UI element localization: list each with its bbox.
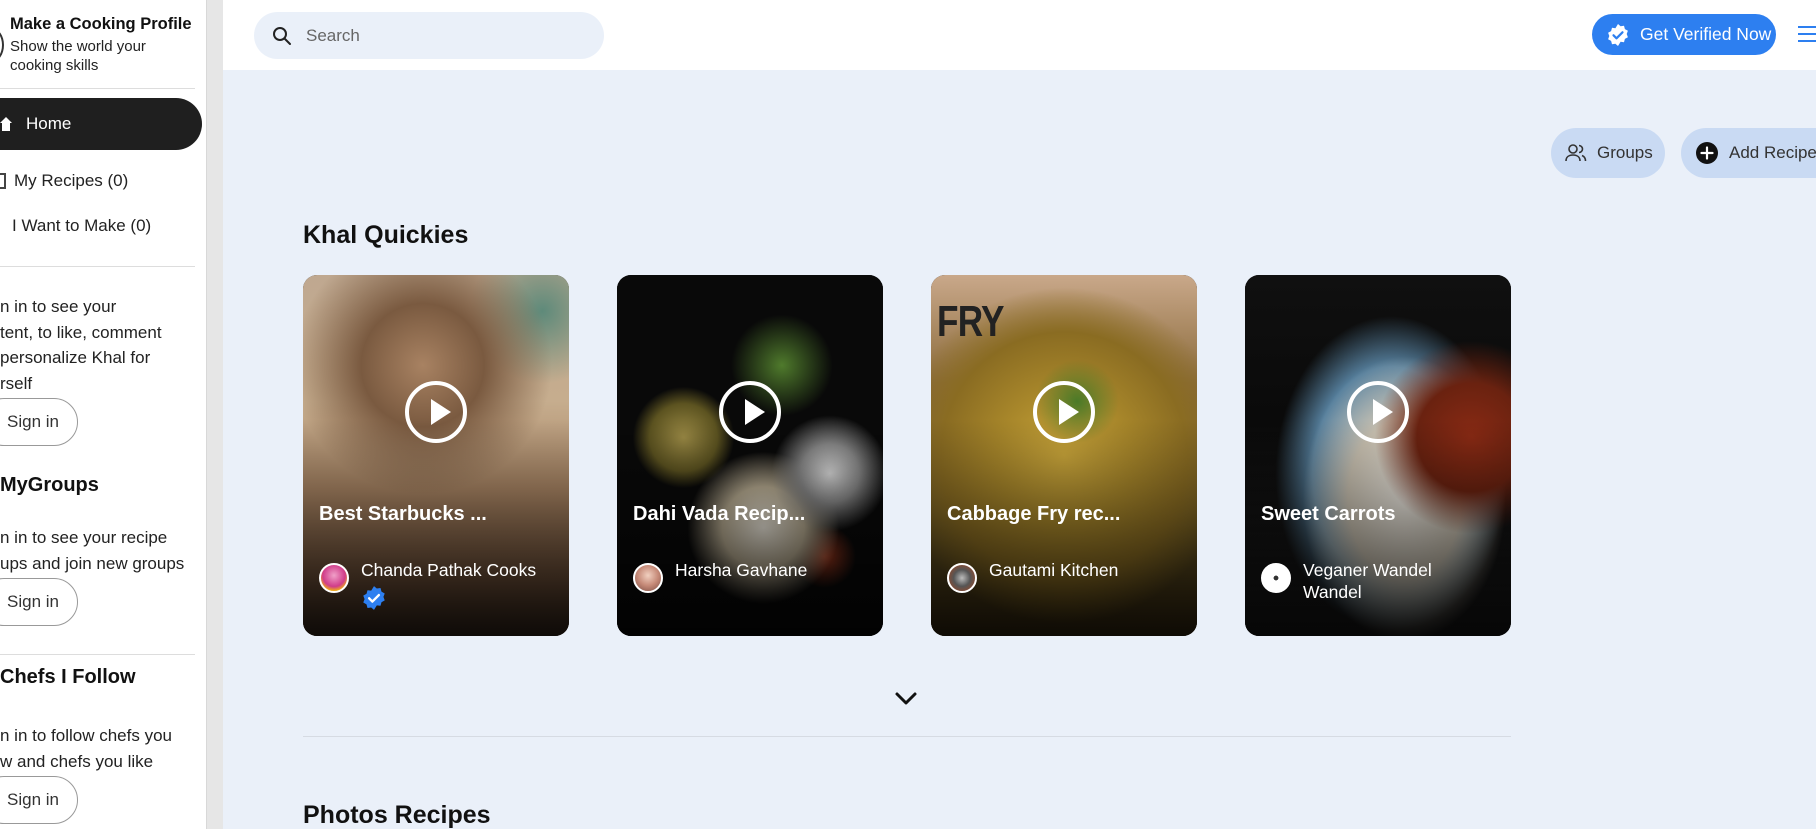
author-name: Gautami Kitchen [989,560,1119,580]
plus-circle-icon [1696,142,1718,164]
chefs-following-heading: Chefs I Follow [0,666,136,688]
card-overlay [931,419,1197,636]
profile-subtitle: Show the world your cooking skills [10,38,146,74]
prompt-line: tent, to like, comment [0,322,162,342]
section-title-quickies: Khal Quickies [303,221,469,249]
play-icon[interactable] [1347,381,1409,443]
divider [0,88,195,89]
author-name: Harsha Gavhane [675,560,808,580]
signin-button[interactable]: Sign in [0,776,78,824]
top-bar: Get Verified Now [223,0,1816,70]
sidebar-item-label: I Want to Make (0) [12,216,152,235]
card-overlay [1245,419,1511,636]
my-groups-heading: MyGroups [0,474,99,496]
search-icon [273,26,291,45]
recipe-author[interactable]: Veganer Wandel Wandel [1261,559,1501,603]
recipe-author[interactable]: Chanda Pathak Cooks [319,559,559,611]
avatar [1261,563,1291,593]
prompt-line: n in to see your recipe [0,528,168,547]
author-name: Veganer Wandel Wandel [1303,560,1432,602]
recipe-title[interactable]: Cabbage Fry rec... [947,503,1187,526]
signin-prompt-content: n in to see your tent, to like, comment … [0,294,200,396]
signin-prompt-chefs: n in to follow chefs you w and chefs you… [0,723,200,774]
sidebar-item-label: My Recipes (0) [14,171,129,190]
prompt-line: personalize Khal for [0,348,151,367]
divider [0,266,195,267]
play-icon[interactable] [719,381,781,443]
recipe-author[interactable]: Harsha Gavhane [633,559,873,593]
play-icon[interactable] [1033,381,1095,443]
avatar [319,563,349,593]
verified-badge-icon [363,586,385,610]
signin-prompt-groups: n in to see your recipe ups and join new… [0,525,200,576]
profile-icon [0,28,4,62]
avatar [947,563,977,593]
prompt-line: rself [0,373,33,393]
search-box[interactable] [254,12,604,59]
thumbnail-overlay-text: FRY [937,297,1005,346]
home-icon [0,117,12,131]
card-overlay [617,419,883,636]
sidebar-item-my-recipes[interactable]: My Recipes (0) [0,171,128,191]
sidebar: Make a Cooking Profile Show the world yo… [0,0,206,829]
groups-label: Groups [1597,143,1653,162]
prompt-line: ups and join new groups [0,553,185,573]
add-recipe-label: Add Recipe [1729,143,1816,162]
play-icon[interactable] [405,381,467,443]
author-name: Chanda Pathak Cooks [361,560,537,580]
sidebar-scrollbar[interactable] [206,0,223,829]
signin-button[interactable]: Sign in [0,398,78,446]
verified-badge-icon [1608,23,1628,46]
search-input[interactable] [306,25,586,46]
recipe-card[interactable]: FRY Cabbage Fry rec... Gautami Kitchen [931,275,1197,636]
prompt-line: n in to follow chefs you [0,726,172,745]
avatar [633,563,663,593]
signin-button[interactable]: Sign in [0,578,78,626]
divider [0,654,195,655]
get-verified-label: Get Verified Now [1640,24,1772,44]
get-verified-button[interactable]: Get Verified Now [1592,14,1776,55]
recipe-title[interactable]: Sweet Carrots [1261,503,1501,526]
make-profile-banner[interactable]: Make a Cooking Profile Show the world yo… [0,10,206,80]
recipe-author[interactable]: Gautami Kitchen [947,559,1187,593]
groups-button[interactable]: Groups [1551,128,1665,178]
menu-icon[interactable] [1798,26,1816,42]
add-recipe-button[interactable]: Add Recipe [1681,128,1816,178]
recipe-title[interactable]: Dahi Vada Recip... [633,503,873,526]
sidebar-item-label: Home [26,114,72,133]
recipe-title[interactable]: Best Starbucks ... [319,503,559,526]
groups-icon [1565,144,1587,162]
section-title-photos: Photos Recipes [303,801,491,829]
recipe-card[interactable]: Sweet Carrots Veganer Wandel Wandel [1245,275,1511,636]
sidebar-item-home[interactable]: Home [0,98,202,150]
section-divider [303,736,1511,737]
book-icon [0,173,6,189]
recipe-card[interactable]: Best Starbucks ... Chanda Pathak Cooks [303,275,569,636]
sidebar-item-want-to-make[interactable]: I Want to Make (0) [12,216,151,236]
recipe-card[interactable]: Dahi Vada Recip... Harsha Gavhane [617,275,883,636]
profile-title: Make a Cooking Profile [10,15,192,33]
chevron-down-icon[interactable] [893,688,919,708]
prompt-line: w and chefs you like [0,751,154,771]
prompt-line: n in to see your [0,297,117,316]
